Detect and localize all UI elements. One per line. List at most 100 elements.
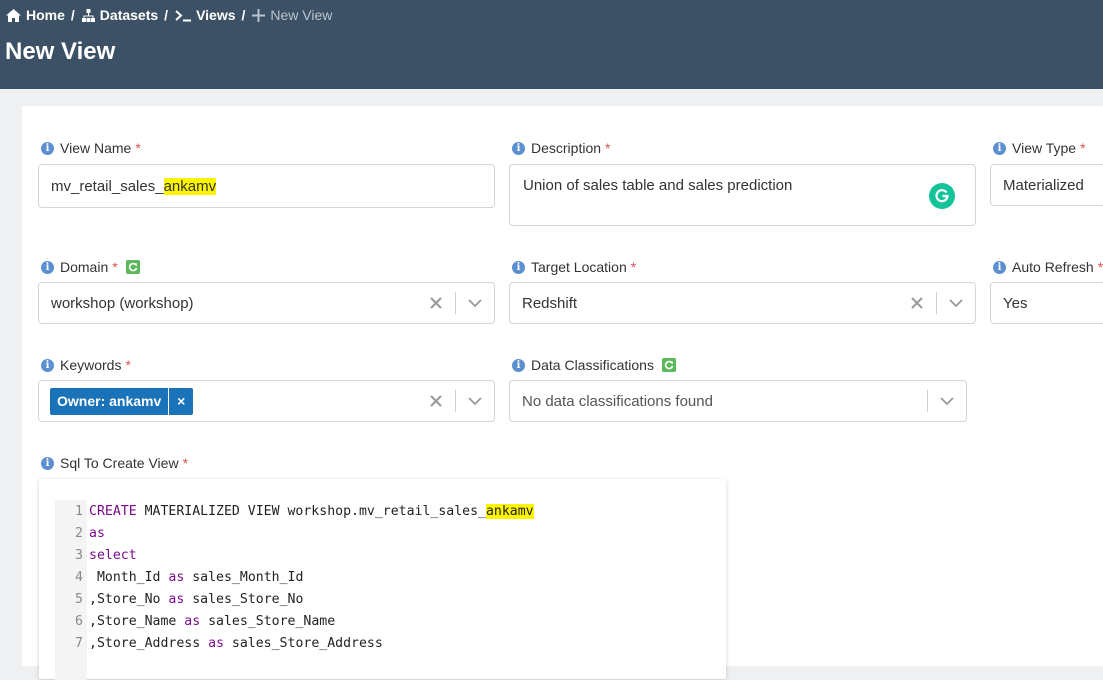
description-label: i Description * (512, 140, 610, 156)
domain-label: i Domain * (41, 259, 140, 275)
line-number: 5 (75, 591, 83, 607)
code-text: sales_Store_No (184, 591, 304, 607)
info-icon: i (993, 260, 1006, 274)
code-line: 2 as (55, 522, 105, 544)
data-classifications-label-text: Data Classifications (531, 357, 654, 373)
required-marker: * (630, 259, 637, 275)
code-keyword: CREATE (89, 503, 137, 519)
required-marker: * (605, 140, 611, 156)
code-text: sales_Store_Name (200, 613, 336, 629)
code-line: 7 ,Store_Address as sales_Store_Address (55, 632, 383, 654)
breadcrumb-home[interactable]: Home (6, 7, 65, 23)
code-text: MATERIALIZED VIEW workshop.mv_retail_sal… (136, 503, 486, 519)
breadcrumb-separator: / (70, 7, 75, 23)
data-classifications-placeholder: No data classifications found (522, 392, 713, 410)
grammarly-g-icon (935, 189, 949, 203)
domain-select[interactable]: workshop (workshop) (38, 282, 495, 324)
view-type-label-text: View Type (1012, 140, 1077, 156)
tag-remove-button[interactable]: × (168, 387, 193, 415)
auto-refresh-label-text: Auto Refresh (1012, 259, 1094, 275)
code-text: sales_Month_Id (184, 569, 304, 585)
plus-icon (252, 8, 266, 22)
info-icon: i (512, 260, 525, 274)
chevron-down-icon[interactable] (937, 283, 975, 323)
page-title: New View (5, 38, 116, 65)
keyword-tag-label: Owner: ankamv (57, 393, 162, 409)
view-type-label: i View Type * (993, 140, 1086, 156)
line-number: 2 (75, 525, 83, 541)
refresh-icon[interactable] (661, 358, 676, 372)
clear-icon[interactable] (898, 283, 936, 323)
line-number: 6 (75, 613, 83, 629)
breadcrumb-separator: / (164, 7, 169, 23)
target-location-label: i Target Location * (512, 259, 636, 275)
code-text: Month_Id (89, 569, 169, 585)
code-highlight: ankamv (485, 503, 534, 519)
required-marker: * (1080, 140, 1086, 156)
breadcrumb-datasets[interactable]: Datasets (81, 7, 159, 23)
keywords-label: i Keywords * (41, 357, 131, 373)
breadcrumb-current-label: New View (270, 7, 333, 23)
code-line: 6 ,Store_Name as sales_Store_Name (55, 610, 335, 632)
auto-refresh-value: Yes (1003, 294, 1028, 312)
breadcrumb-home-label: Home (26, 7, 65, 23)
view-name-label: i View Name * (41, 140, 141, 156)
code-line: 1 CREATE MATERIALIZED VIEW workshop.mv_re… (55, 500, 534, 522)
target-location-label-text: Target Location (531, 259, 627, 275)
line-number: 1 (75, 503, 83, 519)
page-header: Home / Datasets / Views / New View New V… (0, 0, 1103, 89)
clear-icon[interactable] (417, 381, 455, 421)
domain-label-text: Domain (60, 259, 109, 275)
code-text: sales_Store_Address (223, 635, 383, 651)
code-keyword: as (208, 635, 224, 651)
chevron-down-icon[interactable] (456, 381, 494, 421)
sql-label-text: Sql To Create View (60, 455, 179, 471)
info-icon: i (512, 141, 525, 155)
keywords-select[interactable]: Owner: ankamv × (38, 380, 495, 422)
required-marker: * (182, 455, 189, 471)
code-keyword: as (168, 569, 185, 585)
data-classifications-label: i Data Classifications (512, 357, 676, 373)
view-type-value: Materialized (1003, 176, 1084, 194)
info-icon: i (41, 456, 54, 470)
code-text: ,Store_No (89, 591, 169, 607)
breadcrumb-views-label: Views (196, 7, 236, 23)
view-type-select[interactable]: Materialized (990, 164, 1103, 206)
breadcrumb-separator: / (241, 7, 246, 23)
view-name-label-text: View Name (60, 140, 132, 156)
clear-icon[interactable] (417, 283, 455, 323)
refresh-icon[interactable] (125, 260, 140, 274)
view-name-value-highlight: ankamv (163, 177, 217, 195)
sql-editor[interactable]: 1 CREATE MATERIALIZED VIEW workshop.mv_re… (39, 479, 726, 680)
required-marker: * (1097, 259, 1103, 275)
breadcrumb: Home / Datasets / Views / New View (6, 7, 332, 23)
auto-refresh-select[interactable]: Yes (990, 282, 1103, 324)
grammarly-icon[interactable] (929, 183, 955, 209)
breadcrumb-current: New View (252, 7, 332, 23)
info-icon: i (41, 260, 54, 274)
breadcrumb-datasets-label: Datasets (99, 7, 159, 23)
data-classifications-select[interactable]: No data classifications found (509, 380, 967, 422)
code-keyword: select (89, 547, 137, 563)
terminal-icon (175, 9, 192, 21)
code-text: ,Store_Address (89, 635, 209, 651)
home-icon (6, 8, 21, 22)
sitemap-icon (81, 8, 95, 22)
required-marker: * (135, 140, 141, 156)
code-keyword: as (89, 525, 105, 541)
keyword-tag: Owner: ankamv × (50, 387, 194, 415)
info-icon: i (41, 141, 54, 155)
chevron-down-icon[interactable] (456, 283, 494, 323)
chevron-down-icon[interactable] (928, 381, 966, 421)
view-name-input[interactable]: mv_retail_sales_ankamv (38, 164, 495, 208)
line-number: 4 (75, 569, 83, 585)
domain-value: workshop (workshop) (51, 294, 194, 312)
keywords-label-text: Keywords (60, 357, 122, 373)
target-location-select[interactable]: Redshift (509, 282, 976, 324)
sql-label: i Sql To Create View * (41, 455, 188, 471)
breadcrumb-views[interactable]: Views (175, 7, 236, 23)
code-line: 4 Month_Id as sales_Month_Id (55, 566, 303, 588)
description-value: Union of sales table and sales predictio… (523, 177, 793, 194)
code-keyword: as (184, 613, 201, 629)
description-textarea[interactable]: Union of sales table and sales predictio… (509, 164, 976, 226)
